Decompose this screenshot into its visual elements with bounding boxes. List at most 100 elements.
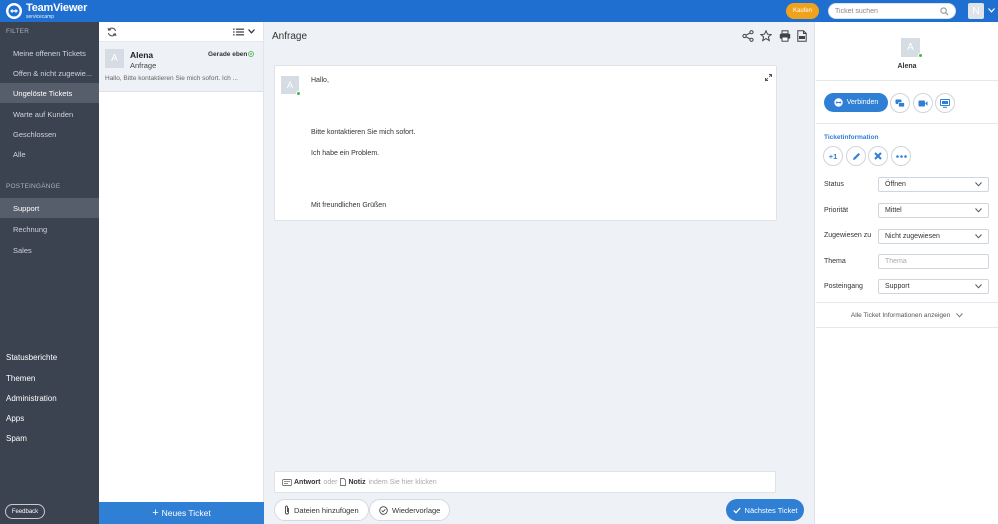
refresh-icon[interactable] — [107, 27, 117, 37]
filter-open-unassigned[interactable]: Offen & nicht zugewie... — [0, 63, 99, 83]
message-closing: Mit freundlichen Grüßen — [311, 202, 387, 209]
inbox-value: Support — [885, 283, 910, 290]
message-card: A Hallo, Bitte kontaktieren Sie mich sof… — [274, 65, 777, 221]
ticket-info-title: Ticketinformation — [824, 134, 879, 141]
pencil-icon — [852, 152, 860, 160]
ticket-customer-name: Alena — [130, 50, 154, 60]
next-ticket-label: Nächstes Ticket — [744, 505, 798, 515]
followup-button[interactable]: Wiedervorlage — [369, 499, 451, 521]
reply-input[interactable]: Antwort oder Notiz indem Sie hier klicke… — [274, 471, 776, 493]
share-icon[interactable] — [742, 30, 754, 42]
unread-dot-icon — [248, 51, 254, 57]
reply-icon — [282, 478, 292, 486]
inbox-select[interactable]: Support — [878, 279, 989, 294]
teamviewer-logo[interactable]: TeamViewer servicecamp — [6, 2, 87, 20]
ticket-title: Anfrage — [272, 31, 308, 42]
customer-name: Alena — [897, 63, 917, 70]
edit-button[interactable] — [846, 146, 866, 166]
user-menu-chevron-down-icon[interactable] — [988, 8, 995, 13]
check-circle-icon — [379, 505, 388, 515]
video-call-button[interactable] — [913, 93, 933, 113]
filter-closed[interactable]: Geschlossen — [0, 124, 99, 144]
star-icon[interactable] — [760, 30, 772, 42]
more-options-button[interactable] — [891, 146, 911, 166]
message-line: Ich habe ein Problem. — [311, 150, 380, 157]
ticket-search-input[interactable] — [835, 6, 935, 17]
top-bar: TeamViewer servicecamp Kaufen N — [0, 0, 998, 22]
checkmark-icon — [732, 507, 741, 514]
buy-button[interactable]: Kaufen — [786, 3, 819, 19]
plus-icon: + — [152, 506, 159, 519]
show-all-ticket-info-label: Alle Ticket Informationen anzeigen — [850, 312, 951, 319]
chat-icon — [895, 99, 905, 107]
online-status-icon — [296, 91, 301, 96]
status-select[interactable]: Öffnen — [878, 177, 989, 192]
ticket-avatar: A — [105, 49, 124, 68]
brand-name: TeamViewer — [26, 1, 88, 14]
reply-note-label[interactable]: Notiz — [348, 479, 365, 486]
inbox-label: Posteingang — [824, 283, 863, 290]
note-icon — [340, 478, 347, 486]
online-status-icon — [918, 53, 923, 58]
inbox-support[interactable]: Support — [0, 198, 99, 218]
new-ticket-label: Neues Ticket — [161, 508, 211, 518]
assigned-to-select[interactable]: Nicht zugewiesen — [878, 229, 989, 244]
filter-unresolved-tickets[interactable]: Ungelöste Tickets — [0, 83, 99, 103]
list-view-icon[interactable] — [233, 28, 244, 36]
divider — [816, 302, 998, 303]
inbox-sales[interactable]: Sales — [0, 240, 99, 260]
ticket-preview: Hallo, Bitte kontaktieren Sie mich sofor… — [105, 75, 238, 82]
inbox-billing[interactable]: Rechnung — [0, 219, 99, 239]
nav-spam[interactable]: Spam — [0, 428, 99, 448]
feedback-button[interactable]: Feedback — [5, 504, 45, 519]
divider — [816, 80, 998, 81]
message-greeting: Hallo, — [311, 77, 329, 84]
nav-status-reports[interactable]: Statusberichte — [0, 347, 99, 367]
message-line: Bitte kontaktieren Sie mich sofort. — [311, 129, 416, 136]
topic-label: Thema — [824, 258, 846, 265]
connect-button[interactable]: Verbinden — [824, 93, 888, 112]
show-all-ticket-info-link[interactable]: Alle Ticket Informationen anzeigen — [816, 312, 998, 319]
brand-subtitle: servicecamp — [26, 13, 55, 20]
close-ticket-button[interactable] — [868, 146, 888, 166]
connect-label: Verbinden — [846, 99, 879, 106]
filter-section-title: FILTER — [6, 28, 30, 35]
next-ticket-button[interactable]: Nächstes Ticket — [726, 499, 804, 521]
filter-waiting-for-customer[interactable]: Warte auf Kunden — [0, 104, 99, 124]
priority-select[interactable]: Mittel — [878, 203, 989, 218]
status-value: Öffnen — [885, 181, 906, 188]
plus-one-button[interactable]: +1 — [823, 146, 843, 166]
ticket-search — [828, 3, 956, 19]
ticket-detail: Anfrage A Hallo, Bitte kontaktieren Sie … — [264, 22, 815, 524]
list-options-chevron-down-icon[interactable] — [248, 29, 255, 34]
divider — [816, 327, 998, 328]
ticket-list-toolbar — [99, 22, 263, 42]
assigned-to-label: Zugewiesen zu — [824, 232, 872, 239]
ticket-info-panel: A Alena Verbinden Ticketinformation +1 S… — [816, 22, 998, 524]
search-icon[interactable] — [940, 7, 949, 16]
ticket-list-item[interactable]: A Alena Anfrage Gerade eben Hallo, Bitte… — [99, 42, 263, 92]
user-avatar[interactable]: N — [968, 3, 984, 19]
screen-share-button[interactable] — [935, 93, 955, 113]
priority-label: Priorität — [824, 207, 849, 214]
nav-administration[interactable]: Administration — [0, 388, 99, 408]
add-files-button[interactable]: Dateien hinzufügen — [274, 499, 369, 521]
expand-icon[interactable] — [765, 74, 772, 81]
ticket-subject: Anfrage — [130, 61, 157, 70]
filter-my-open-tickets[interactable]: Meine offenen Tickets — [0, 43, 99, 63]
paperclip-icon — [285, 505, 289, 515]
print-icon[interactable] — [779, 30, 791, 42]
new-ticket-button[interactable]: + Neues Ticket — [99, 502, 264, 524]
chevron-down-icon — [956, 312, 963, 318]
nav-topics[interactable]: Themen — [0, 368, 99, 388]
plus-one-label: +1 — [828, 151, 838, 161]
nav-apps[interactable]: Apps — [0, 408, 99, 428]
reply-hint: indem Sie hier klicken — [368, 478, 437, 486]
status-label: Status — [824, 181, 844, 188]
ticket-timestamp: Gerade eben — [208, 51, 248, 58]
reply-answer-label[interactable]: Antwort — [294, 479, 320, 486]
pdf-export-icon[interactable] — [797, 30, 807, 42]
filter-all[interactable]: Alle — [0, 144, 99, 164]
chat-button[interactable] — [890, 93, 910, 113]
topic-input[interactable] — [878, 254, 989, 269]
